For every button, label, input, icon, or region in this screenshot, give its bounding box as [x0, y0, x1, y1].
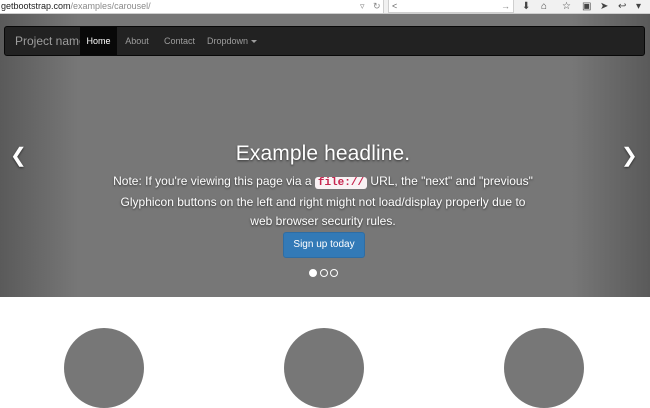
- browser-toolbar: getbootstrap.com/examples/carousel/ ▿ ↻ …: [0, 0, 650, 14]
- note-code: file://: [314, 177, 368, 189]
- marketing-image-1: [64, 328, 144, 408]
- carousel-indicator-2[interactable]: [320, 269, 328, 277]
- star-icon[interactable]: ☆: [562, 0, 571, 13]
- menu-icon[interactable]: ▾: [636, 0, 641, 13]
- navbar: Project name Home About Contact Dropdown: [4, 26, 645, 56]
- url-path: /examples/carousel/: [70, 1, 151, 11]
- signup-button[interactable]: Sign up today: [283, 232, 365, 258]
- search-input[interactable]: < →: [388, 0, 514, 13]
- reload-icon[interactable]: ▿ ↻: [360, 1, 384, 12]
- carousel-indicator-1[interactable]: [309, 269, 317, 277]
- marketing-image-3: [504, 328, 584, 408]
- note-text-before: Note: If you're viewing this page via a: [113, 174, 315, 188]
- home-icon[interactable]: ⌂: [541, 0, 547, 13]
- nav-item-contact[interactable]: Contact: [157, 27, 202, 55]
- nav-item-home[interactable]: Home: [80, 27, 117, 55]
- nav-item-about[interactable]: About: [117, 27, 157, 55]
- carousel-headline: Example headline.: [235, 142, 411, 165]
- navbar-brand[interactable]: Project name: [15, 27, 86, 55]
- carousel-prev-icon[interactable]: ❮: [10, 144, 27, 168]
- search-value: <: [392, 1, 398, 11]
- address-bar[interactable]: getbootstrap.com/examples/carousel/: [0, 0, 384, 13]
- nav-item-dropdown[interactable]: Dropdown: [202, 27, 262, 55]
- dropdown-label: Dropdown: [206, 36, 249, 46]
- bookmark-icon[interactable]: ▣: [582, 0, 591, 13]
- carousel-next-icon[interactable]: ❯: [621, 144, 638, 168]
- search-go-icon[interactable]: →: [501, 0, 510, 12]
- carousel-note: Note: If you're viewing this page via a …: [100, 172, 546, 231]
- back-icon[interactable]: ↩: [618, 0, 626, 13]
- download-icon[interactable]: ⬇: [522, 0, 530, 13]
- caret-down-icon: [251, 39, 258, 43]
- marketing-image-2: [284, 328, 364, 408]
- carousel-indicator-3[interactable]: [330, 269, 338, 277]
- send-icon[interactable]: ➤: [600, 0, 608, 13]
- url-host: getbootstrap.com: [1, 1, 71, 11]
- carousel-caption: Example headline. Note: If you're viewin…: [100, 141, 546, 231]
